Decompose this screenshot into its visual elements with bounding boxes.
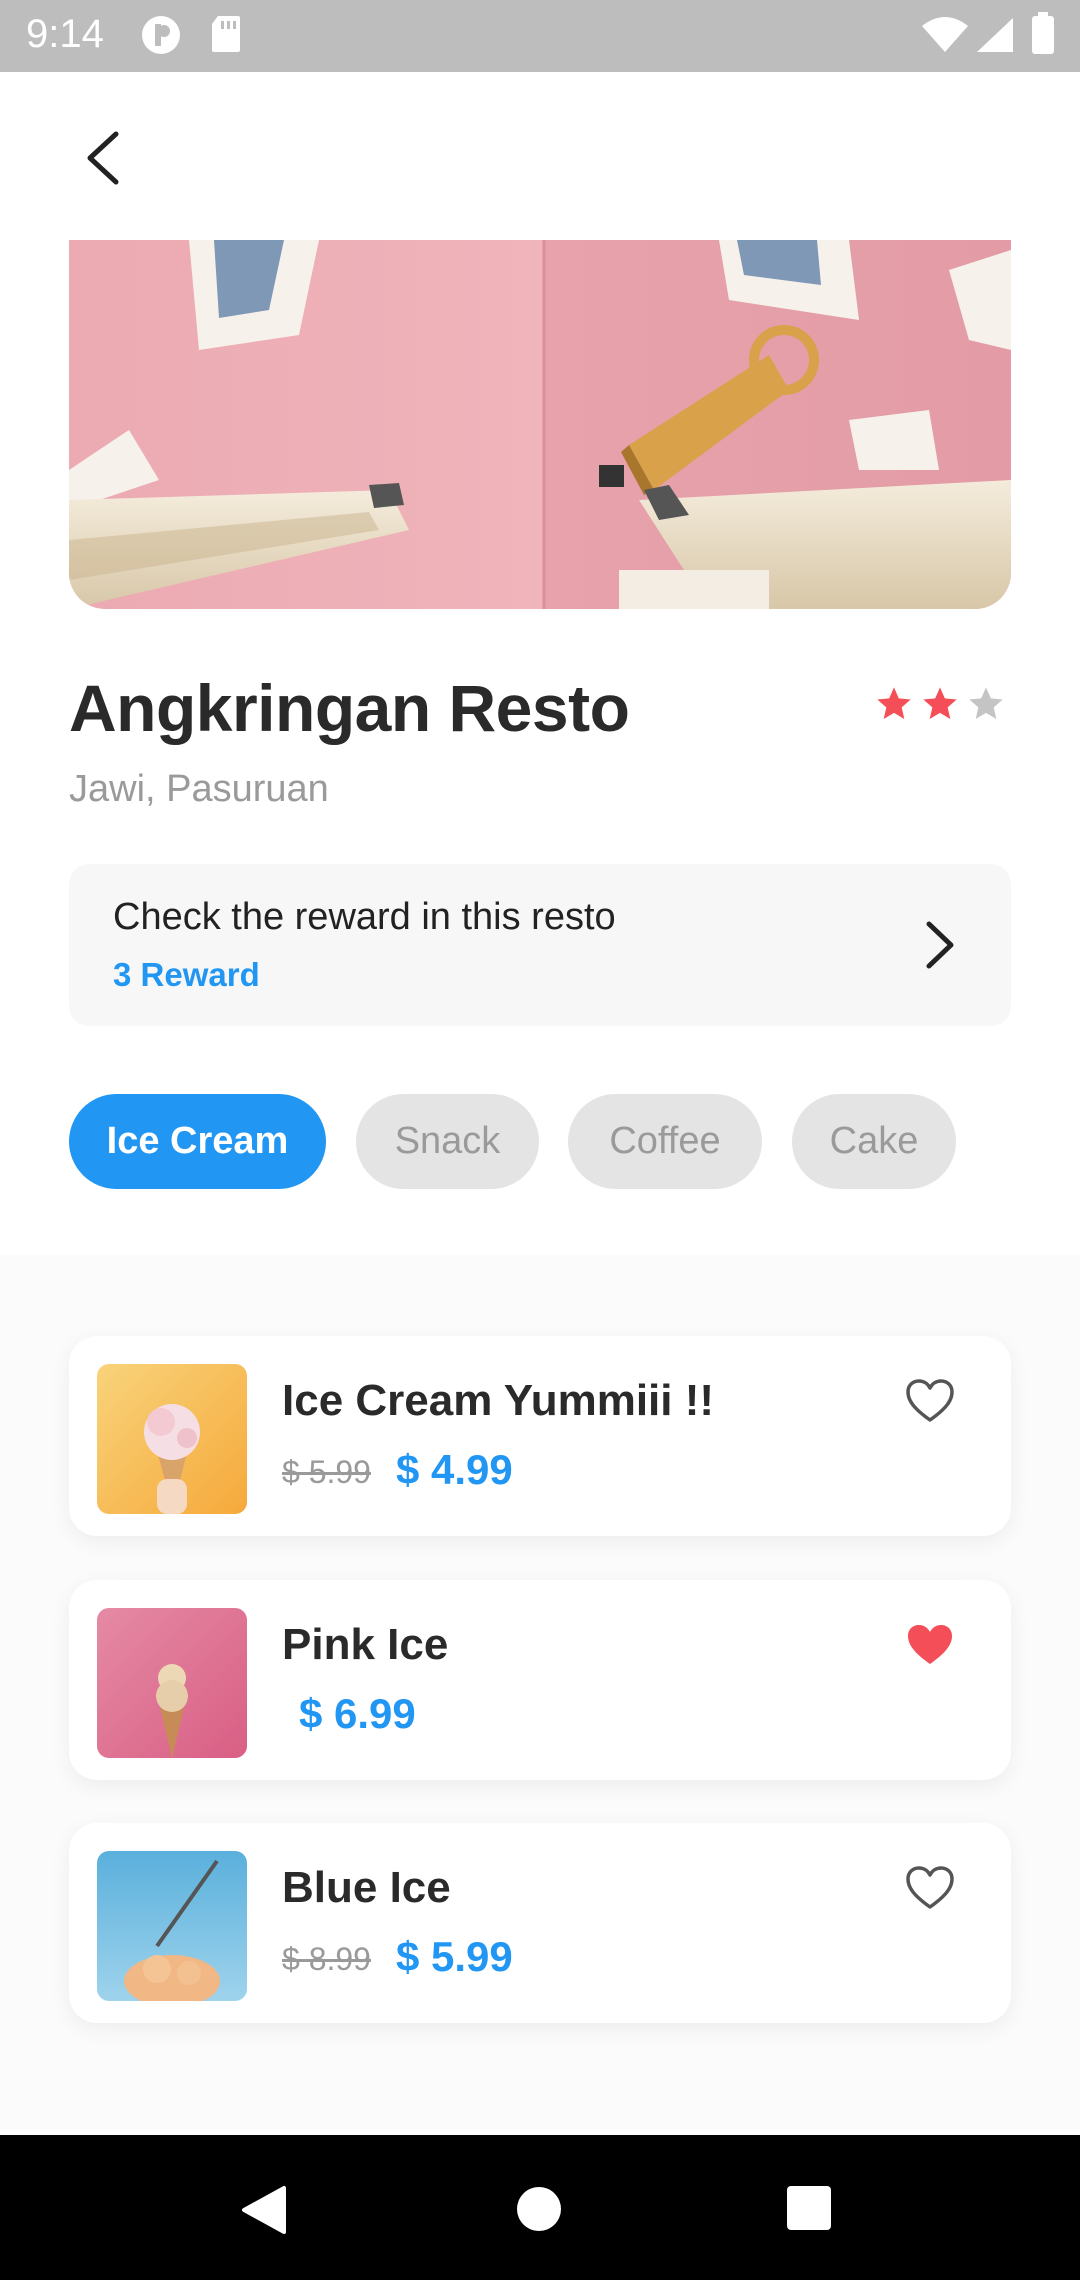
restaurant-name: Angkringan Resto [69,671,630,745]
reward-count: 3 Reward [113,956,260,993]
status-time: 9:14 [26,12,104,56]
star-filled-icon [877,687,911,719]
restaurant-hero-image [69,240,1011,609]
battery-icon [1032,12,1054,54]
star-filled-icon [923,687,957,719]
item-old-price: $ 5.99 [282,1454,371,1490]
restaurant-location: Jawi, Pasuruan [69,768,329,810]
rating-stars [874,684,1006,724]
item-thumbnail [97,1608,247,1758]
list-item[interactable]: Blue Ice $ 8.99 $ 5.99 [69,1823,1011,2023]
list-item[interactable]: Ice Cream Yummiii !! $ 5.99 $ 4.99 [69,1336,1011,1536]
list-item[interactable]: Pink Ice $ 6.99 [69,1580,1011,1780]
item-name: Blue Ice [282,1863,451,1912]
sd-card-icon [212,16,240,52]
item-thumbnail [97,1364,247,1514]
item-name: Ice Cream Yummiii !! [282,1376,715,1425]
heart-outline-icon[interactable] [905,1378,955,1424]
item-name: Pink Ice [282,1620,449,1669]
nav-home-icon[interactable] [515,2185,563,2233]
chevron-right-icon [926,921,954,969]
item-price: $ 4.99 [396,1446,513,1493]
tab-cake[interactable]: Cake [792,1094,956,1189]
nav-back-icon[interactable] [240,2185,288,2235]
signal-icon [977,18,1013,52]
wifi-icon [922,17,968,52]
system-navigation-bar [0,2135,1080,2280]
tab-coffee[interactable]: Coffee [568,1094,762,1189]
item-price: $ 6.99 [299,1690,416,1737]
back-arrow-icon [87,131,119,185]
heart-filled-icon[interactable] [905,1622,955,1668]
back-button[interactable] [70,118,140,198]
status-bar: 9:14 [0,0,1080,72]
nav-recents-icon[interactable] [786,2185,832,2231]
tab-snack[interactable]: Snack [356,1094,539,1189]
reward-card[interactable]: Check the reward in this resto 3 Reward [69,864,1011,1026]
star-empty-icon [969,687,1003,719]
heart-outline-icon[interactable] [905,1865,955,1911]
item-thumbnail [97,1851,247,2001]
item-price: $ 5.99 [396,1933,513,1980]
reward-text: Check the reward in this resto [113,896,616,938]
tab-ice-cream[interactable]: Ice Cream [69,1094,326,1189]
item-old-price: $ 8.99 [282,1941,371,1977]
sync-icon [142,16,180,54]
